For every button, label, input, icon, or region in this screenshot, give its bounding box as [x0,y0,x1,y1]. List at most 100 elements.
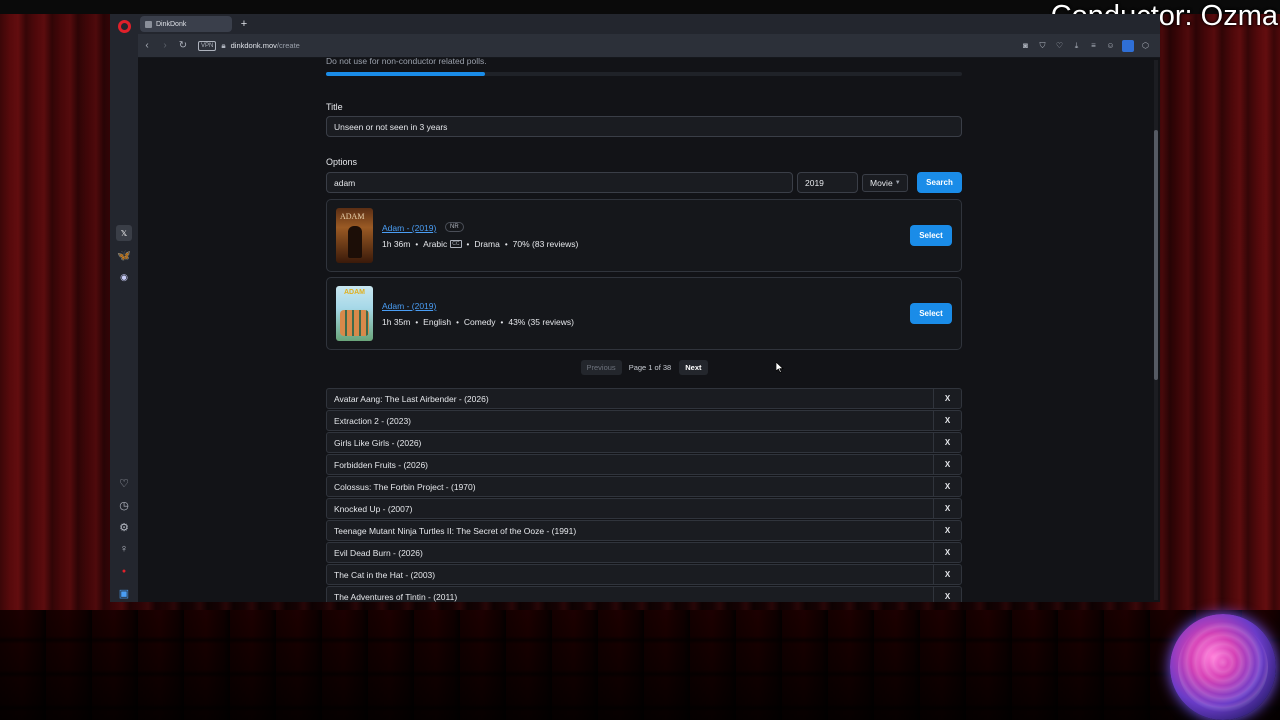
vpn-badge[interactable]: VPN [198,40,217,51]
theater-seats [0,610,1280,720]
result-meta: 1h 36m • Arabic CC • Drama • 70% (83 rev… [382,239,578,249]
remove-option-button[interactable]: X [933,521,961,540]
poster-figure [348,226,362,258]
type-select[interactable]: Movie ▼ [862,174,908,192]
option-title: Teenage Mutant Ninja Turtles II: The Sec… [334,525,577,536]
select-button[interactable]: Select [910,303,952,324]
search-input[interactable]: adam [326,172,793,193]
result-title-link[interactable]: Adam - (2019) [382,223,436,233]
tab-dinkdonk[interactable]: DinkDonk [140,16,232,32]
back-icon[interactable]: ‹ [138,40,156,51]
remove-option-button[interactable]: X [933,499,961,518]
previous-page-button[interactable]: Previous [580,359,622,375]
page-indicator: Page 1 of 38 [628,362,672,372]
list-item: Forbidden Fruits - (2026) X [326,454,962,475]
next-page-button[interactable]: Next [679,359,708,375]
url-host: dinkdonk.mov [230,41,277,50]
genre: Comedy [463,317,496,327]
runtime: 1h 36m [382,239,411,249]
result-title-link[interactable]: Adam - (2019) [382,301,436,311]
title-label: Title [326,102,343,112]
list-item: The Adventures of Tintin - (2011) X [326,586,962,602]
poster-title: ADAM [344,289,365,296]
cube-icon[interactable]: ⬡ [1137,41,1154,50]
list-item: Extraction 2 - (2023) X [326,410,962,431]
option-title: Avatar Aang: The Last Airbender - (2026) [334,393,489,404]
bluesky-icon[interactable]: 🦋 [116,247,132,263]
scrollbar-thumb[interactable] [1154,130,1158,380]
progress-fill [326,72,485,76]
record-icon[interactable]: ● [116,563,132,579]
year-input[interactable]: 2019 [797,172,858,193]
tab-bar: DinkDonk + [138,14,1160,34]
history-icon[interactable]: ◷ [116,497,132,513]
closed-captions-icon: CC [450,240,462,248]
progress-bar [326,72,962,76]
remove-option-button[interactable]: X [933,477,961,496]
list-item: Avatar Aang: The Last Airbender - (2026)… [326,388,962,409]
separator-dot: • [504,239,508,249]
favicon-icon [145,20,152,28]
x-icon[interactable]: 𝕏 [116,225,132,241]
separator-dot: • [415,239,419,249]
remove-option-button[interactable]: X [933,565,961,584]
search-button[interactable]: Search [917,172,962,193]
remove-option-button[interactable]: X [933,411,961,430]
browser-window: 𝕏 🦋 ◉ ♡ ◷ ⚙ ♀ ● ▣ ⋯ DinkDonk + ‹ › ↻ VPN… [110,14,1160,602]
option-title: Girls Like Girls - (2026) [334,437,422,448]
rating-badge: NR [445,222,464,232]
menu-icon[interactable]: ≡ [1085,41,1102,50]
forward-icon[interactable]: › [156,40,174,51]
lock-icon[interactable]: 🔒︎ [221,41,225,51]
title-input[interactable]: Unseen or not seen in 3 years [326,116,962,137]
url-field[interactable]: dinkdonk.mov/create [231,41,300,50]
list-item: Teenage Mutant Ninja Turtles II: The Sec… [326,520,962,541]
option-title: Colossus: The Forbin Project - (1970) [334,481,476,492]
form-note: Do not use for non-conductor related pol… [326,58,487,66]
brain-orb-avatar [1170,614,1276,720]
poster-figure [340,310,369,336]
score: 43% (35 reviews) [508,317,575,327]
opera-logo-icon[interactable] [118,20,131,33]
heart-icon[interactable]: ♡ [1051,41,1068,50]
heart-icon[interactable]: ♡ [116,475,132,491]
download-icon[interactable]: ⤓ [1068,41,1085,51]
page-viewport: Do not use for non-conductor related pol… [138,58,1160,602]
selected-options-list: Avatar Aang: The Last Airbender - (2026)… [326,388,962,602]
list-item: Knocked Up - (2007) X [326,498,962,519]
reload-icon[interactable]: ↻ [174,40,192,51]
extension-icon[interactable]: ▣ [116,585,132,601]
language: English [423,317,452,327]
result-meta: 1h 35m • English • Comedy • 43% (35 revi… [382,317,574,327]
options-label: Options [326,157,358,167]
remove-option-button[interactable]: X [933,433,961,452]
remove-option-button[interactable]: X [933,587,961,602]
camera-icon[interactable]: ◙ [1017,41,1034,50]
movie-poster: ADAM [336,286,373,341]
remove-option-button[interactable]: X [933,455,961,474]
chevron-down-icon: ▼ [894,180,901,186]
separator-dot: • [466,239,470,249]
settings-icon[interactable]: ⚙ [116,519,132,535]
search-result: ADAM Adam - (2019) 1h 35m • English • Co… [326,277,962,350]
pagination: Previous Page 1 of 38 Next [326,358,962,376]
remove-option-button[interactable]: X [933,543,961,562]
remove-option-button[interactable]: X [933,389,961,408]
movie-poster: ADAM [336,208,373,263]
extension-icon[interactable] [1122,39,1134,52]
select-button[interactable]: Select [910,225,952,246]
page-scrollbar[interactable] [1154,60,1158,600]
separator-dot: • [456,317,459,327]
list-item: Evil Dead Burn - (2026) X [326,542,962,563]
option-title: Knocked Up - (2007) [334,503,413,514]
lightbulb-icon[interactable]: ♀ [116,541,132,557]
discord-icon[interactable]: ◉ [116,269,132,285]
option-title: Forbidden Fruits - (2026) [334,459,429,470]
option-title: Evil Dead Burn - (2026) [334,547,423,558]
new-tab-button[interactable]: + [238,18,250,30]
profile-icon[interactable]: ☺ [1102,41,1119,50]
score: 70% (83 reviews) [512,239,579,249]
shield-icon[interactable]: ⛉ [1034,41,1051,51]
runtime: 1h 35m [382,317,411,327]
list-item: Colossus: The Forbin Project - (1970) X [326,476,962,497]
